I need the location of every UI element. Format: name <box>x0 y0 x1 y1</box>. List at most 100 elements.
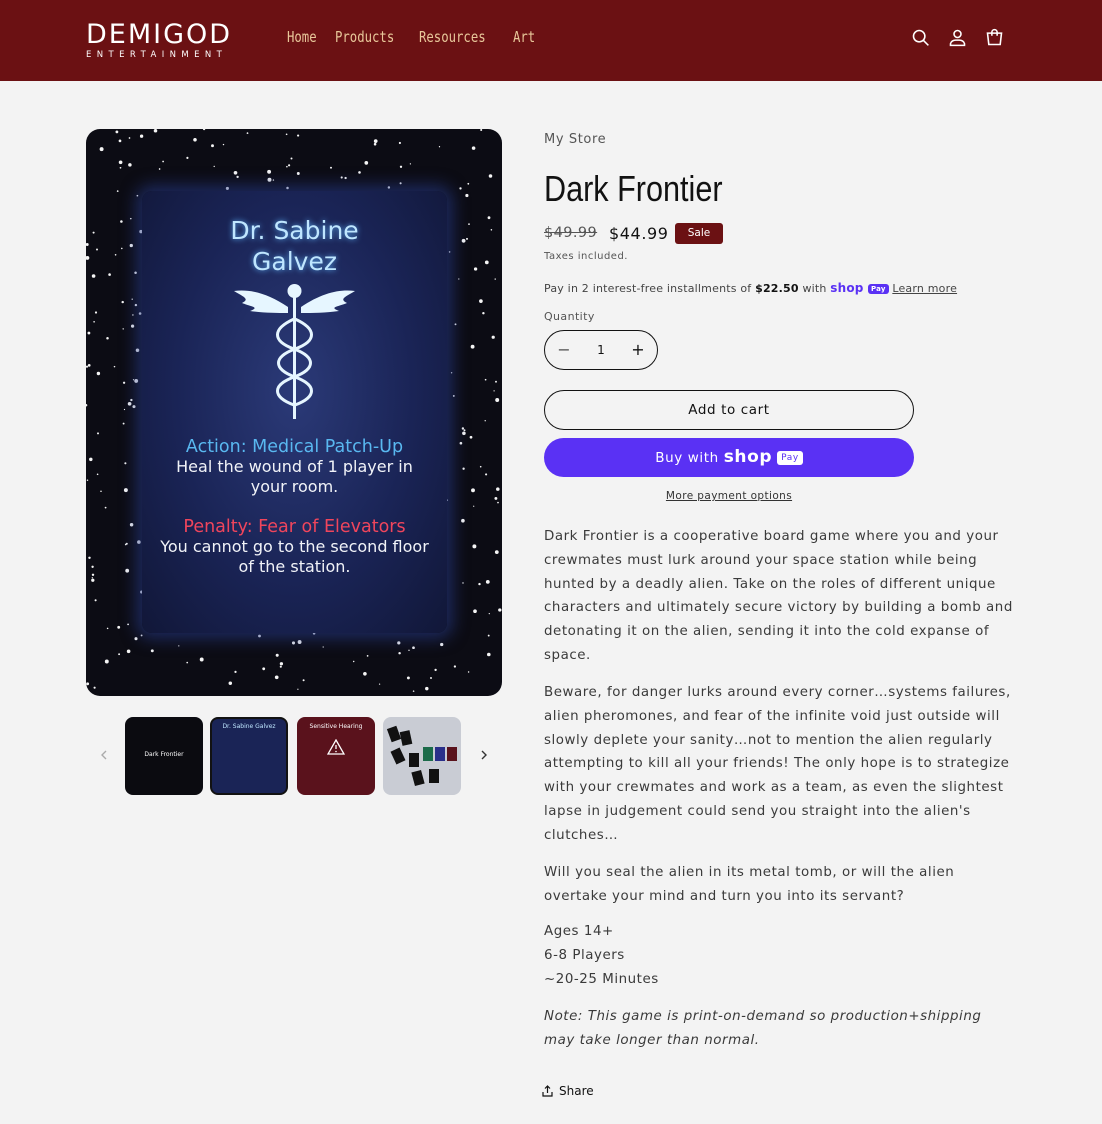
star-dot <box>93 686 96 689</box>
cart-icon[interactable] <box>984 27 1005 48</box>
nav-home[interactable]: Home <box>287 28 317 46</box>
star-dot <box>225 186 229 190</box>
star-dot <box>96 248 98 251</box>
star-dot <box>128 137 131 139</box>
star-dot <box>373 142 377 146</box>
quantity-decrease-button[interactable]: − <box>545 331 583 369</box>
star-dot <box>296 172 300 175</box>
star-dot <box>468 223 470 225</box>
main-nav: Home Products Resources Art <box>287 28 535 46</box>
nav-products[interactable]: Products <box>335 28 394 46</box>
star-dot <box>122 381 126 384</box>
star-dot <box>135 348 140 353</box>
star-dot <box>412 646 415 650</box>
card-name-line-2: Galvez <box>252 247 337 276</box>
star-dot <box>480 129 483 132</box>
star-dot <box>162 160 164 163</box>
share-button[interactable]: Share <box>542 1084 594 1098</box>
star-dot <box>487 652 491 657</box>
star-dot <box>493 390 495 392</box>
quantity-stepper: − 1 + <box>544 330 658 370</box>
thumbnail-box-art[interactable]: Dark Frontier <box>125 717 203 795</box>
star-dot <box>453 665 457 668</box>
star-dot <box>132 314 134 316</box>
gameplay-photo-cards <box>386 725 457 787</box>
star-dot <box>285 133 288 136</box>
star-dot <box>340 176 343 179</box>
thumbnail-trait-card[interactable]: Sensitive Hearing <box>297 717 375 795</box>
star-dot <box>134 271 137 275</box>
star-dot <box>472 544 477 549</box>
star-dot <box>366 655 369 657</box>
star-dot <box>297 134 300 137</box>
star-dot <box>96 473 99 476</box>
quantity-increase-button[interactable]: + <box>619 331 657 369</box>
star-dot <box>113 365 116 368</box>
star-dot <box>178 645 180 647</box>
star-dot <box>330 166 332 169</box>
star-dot <box>267 177 272 182</box>
star-dot <box>88 556 91 560</box>
quantity-label: Quantity <box>544 310 595 323</box>
star-dot <box>288 164 291 167</box>
sale-price: $44.99 <box>609 224 669 243</box>
star-dot <box>459 441 463 445</box>
buy-with-shop-pay-button[interactable]: Buy with shop Pay <box>544 438 914 477</box>
star-dot <box>118 160 123 165</box>
header-icons <box>910 27 1005 48</box>
star-dot <box>387 186 391 189</box>
star-dot <box>440 642 444 647</box>
buy-pay-pill: Pay <box>777 451 803 465</box>
learn-more-link[interactable]: Learn more <box>892 282 957 295</box>
search-icon[interactable] <box>910 27 931 48</box>
installments-prefix: Pay in 2 interest-free installments of <box>544 282 756 295</box>
product-main-image[interactable]: Dr. Sabine Galvez Action: Medical Patch-… <box>86 129 502 696</box>
star-dot <box>128 163 132 167</box>
share-icon <box>542 1085 553 1097</box>
star-dot <box>99 147 104 152</box>
star-dot <box>398 141 401 145</box>
star-dot <box>234 670 237 674</box>
star-dot <box>482 311 485 315</box>
star-dot <box>485 580 490 584</box>
nav-resources[interactable]: Resources <box>419 28 486 46</box>
thumbnail-label: Dark Frontier <box>144 751 184 758</box>
nav-art[interactable]: Art <box>513 28 535 46</box>
spec-duration: ~20-25 Minutes <box>544 972 659 987</box>
star-dot <box>462 582 464 584</box>
star-dot <box>491 335 495 339</box>
star-dot <box>158 168 161 170</box>
star-dot <box>495 380 497 383</box>
star-dot <box>363 671 367 676</box>
add-to-cart-button[interactable]: Add to cart <box>544 390 914 430</box>
spec-ages: Ages 14+ <box>544 924 614 939</box>
account-icon[interactable] <box>947 27 968 48</box>
star-dot <box>275 653 279 657</box>
star-dot <box>140 634 143 637</box>
star-dot <box>122 422 125 425</box>
store-name: My Store <box>544 132 607 147</box>
star-dot <box>127 401 132 406</box>
logo-sub-text: ENTERTAINMENT <box>86 50 228 60</box>
star-dot <box>471 146 476 150</box>
print-on-demand-note: Note: This game is print-on-demand so pr… <box>544 1009 982 1048</box>
thumbnail-gameplay-photo[interactable] <box>383 717 461 795</box>
card-penalty-text: You cannot go to the second floor of the… <box>160 537 429 576</box>
star-dot <box>86 682 90 686</box>
star-dot <box>467 182 470 185</box>
quantity-input[interactable]: 1 <box>583 331 619 369</box>
star-dot <box>86 479 89 482</box>
star-dot <box>126 649 131 654</box>
thumbnail-prev-icon[interactable] <box>97 748 111 762</box>
thumbnail-next-icon[interactable] <box>477 748 491 762</box>
star-dot <box>86 255 90 260</box>
star-dot <box>116 190 119 192</box>
thumbnail-character-card[interactable]: Dr. Sabine Galvez <box>210 717 288 795</box>
logo-main-text: DEMIGOD <box>86 19 233 50</box>
star-dot <box>478 582 481 586</box>
brand-logo[interactable]: DEMIGOD ENTERTAINMENT <box>86 20 256 62</box>
star-dot <box>484 420 486 422</box>
star-dot <box>132 379 135 381</box>
more-payment-options-link[interactable]: More payment options <box>544 490 914 502</box>
star-dot <box>412 690 415 692</box>
